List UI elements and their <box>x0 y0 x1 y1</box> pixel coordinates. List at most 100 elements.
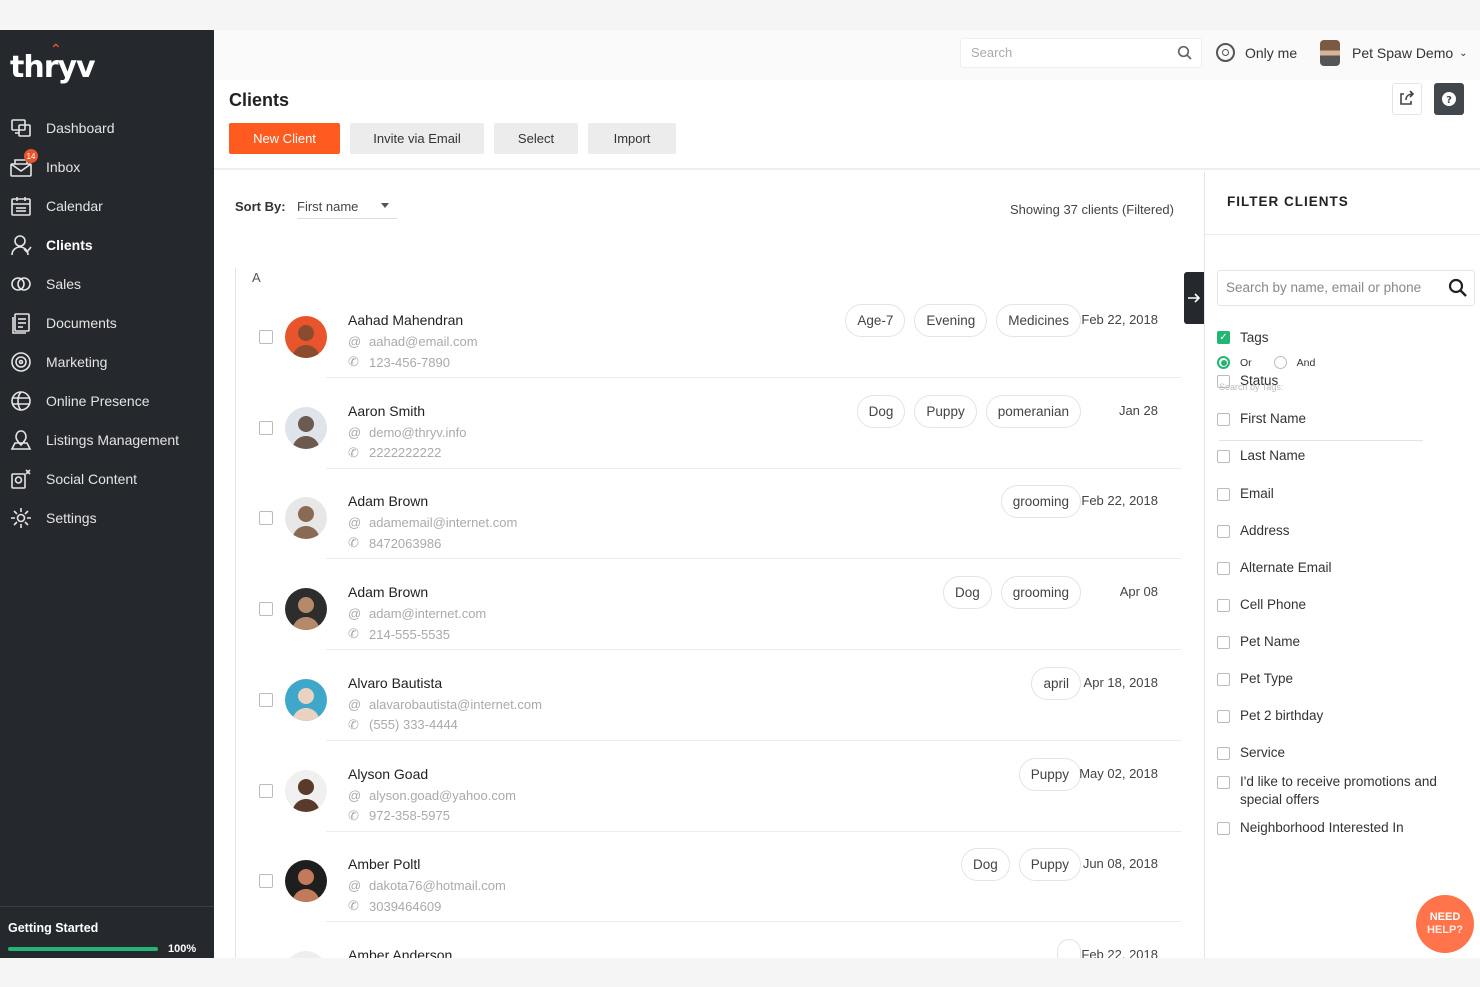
client-tag[interactable]: Puppy <box>914 394 977 428</box>
client-name[interactable]: Adam Brown <box>348 584 428 600</box>
filter-option-address[interactable]: Address <box>1217 522 1457 540</box>
globe-icon <box>8 388 34 414</box>
help-button[interactable]: ? <box>1434 83 1464 115</box>
sidebar-item-clients[interactable]: Clients <box>0 225 214 264</box>
client-email-text: alavarobautista@internet.com <box>369 696 542 712</box>
filter-option-neighborhood-interested-in[interactable]: Neighborhood Interested In <box>1217 819 1457 837</box>
sidebar-item-social-content[interactable]: Social Content <box>0 459 214 498</box>
filter-checkbox[interactable] <box>1217 747 1230 760</box>
sidebar-item-calendar[interactable]: Calendar <box>0 186 214 225</box>
client-row[interactable]: Adam Brown @ adamemail@internet.com ✆ 847206… <box>236 469 1181 560</box>
client-phone-text: 214-555-5535 <box>369 626 450 642</box>
sidebar-item-dashboard[interactable]: Dashboard <box>0 108 214 147</box>
sidebar-item-listings-management[interactable]: Listings Management <box>0 420 214 459</box>
sidebar-item-inbox[interactable]: 14 Inbox <box>0 147 214 186</box>
client-tag[interactable]: april <box>1031 666 1081 700</box>
sidebar-item-online-presence[interactable]: Online Presence <box>0 381 214 420</box>
filter-option-cell-phone[interactable]: Cell Phone <box>1217 596 1457 614</box>
filter-checkbox[interactable] <box>1217 375 1230 388</box>
client-tag[interactable]: Evening <box>914 304 988 337</box>
client-name[interactable]: Alyson Goad <box>348 766 428 782</box>
filter-search-input[interactable] <box>1226 280 1441 295</box>
client-name[interactable]: Amber Poltl <box>348 856 420 872</box>
row-checkbox[interactable] <box>259 783 273 798</box>
client-tag[interactable]: Puppy <box>1018 848 1081 882</box>
client-row[interactable]: Aahad Mahendran @ aahad@email.com ✆ 123-456-… <box>236 288 1181 378</box>
filter-option-first-name[interactable]: First Name <box>1217 410 1457 428</box>
filter-option-alternate-email[interactable]: Alternate Email <box>1217 559 1457 577</box>
client-name[interactable]: Alvaro Bautista <box>348 675 442 691</box>
client-tag[interactable]: grooming <box>1000 485 1081 519</box>
and-radio[interactable] <box>1273 356 1287 369</box>
filter-checkbox[interactable] <box>1217 673 1230 686</box>
client-name[interactable]: Amber Anderson <box>348 947 452 958</box>
user-menu[interactable]: Pet Spaw Demo ⌄ <box>1320 40 1468 66</box>
collapse-filter-button[interactable] <box>1184 272 1204 324</box>
row-checkbox[interactable] <box>259 602 273 617</box>
thryv-logo[interactable]: thryv ⌃ <box>10 42 96 85</box>
sort-by-value: First name <box>297 199 359 214</box>
sidebar-item-marketing[interactable]: Marketing <box>0 342 214 381</box>
client-tag[interactable]: Age-7 <box>845 304 906 337</box>
client-row[interactable]: Adam Brown @ adam@internet.com ✆ 214-555-553… <box>236 560 1181 651</box>
sidebar-item-sales[interactable]: Sales <box>0 264 214 303</box>
client-name[interactable]: Aaron Smith <box>348 403 425 419</box>
client-tag[interactable]: Medicines <box>996 304 1081 337</box>
filter-checkbox[interactable] <box>1217 525 1230 538</box>
avatar <box>285 406 327 449</box>
filter-option-last-name[interactable]: Last Name <box>1217 447 1457 465</box>
client-name[interactable]: Adam Brown <box>348 493 428 509</box>
search-icon[interactable] <box>1177 45 1193 64</box>
sidebar-item-settings[interactable]: Settings <box>0 498 214 537</box>
tags-input-underline[interactable] <box>1219 440 1423 441</box>
or-radio[interactable] <box>1217 356 1230 369</box>
filter-checkbox[interactable] <box>1217 822 1230 835</box>
sort-by-select[interactable]: First name <box>297 199 397 219</box>
filter-checkbox[interactable] <box>1217 710 1230 723</box>
client-row[interactable]: Alvaro Bautista @ alavarobautista@internet… <box>236 651 1181 741</box>
getting-started[interactable]: Getting Started 100% <box>0 906 214 958</box>
filter-option-service[interactable]: Service <box>1217 744 1457 762</box>
client-tag[interactable]: Dog <box>942 576 992 610</box>
client-tag[interactable]: grooming <box>1000 576 1081 610</box>
row-checkbox[interactable] <box>259 420 273 435</box>
search-icon[interactable] <box>1448 278 1468 303</box>
global-search-input[interactable] <box>971 45 1161 60</box>
filter-checkbox[interactable] <box>1217 450 1230 463</box>
row-checkbox[interactable] <box>259 511 273 526</box>
client-tag[interactable] <box>1057 938 1081 958</box>
row-checkbox[interactable] <box>259 692 273 707</box>
new-client-button[interactable]: New Client <box>229 123 340 154</box>
filter-option-i-d-like-to-receive-promotions-and-special-offers[interactable]: I'd like to receive promotions and speci… <box>1217 773 1437 809</box>
client-tag[interactable]: Dog <box>856 394 906 428</box>
only-me-toggle[interactable]: Only me <box>1216 43 1297 62</box>
filter-checkbox[interactable] <box>1217 636 1230 649</box>
client-row[interactable]: Alyson Goad @ alyson.goad@yahoo.com ✆ 972-35… <box>236 742 1181 832</box>
import-button[interactable]: Import <box>588 123 676 154</box>
client-tag[interactable]: pomeranian <box>985 394 1081 428</box>
filter-option-pet-2-birthday[interactable]: Pet 2 birthday <box>1217 707 1457 725</box>
filter-checkbox[interactable] <box>1217 599 1230 612</box>
row-checkbox[interactable] <box>259 330 273 344</box>
client-row[interactable]: Amber Poltl @ dakota76@hotmail.com ✆ 3039464… <box>236 832 1181 923</box>
row-checkbox[interactable] <box>259 874 273 889</box>
filter-option-email[interactable]: Email <box>1217 485 1457 503</box>
select-button[interactable]: Select <box>494 123 578 154</box>
filter-checkbox[interactable] <box>1217 776 1230 789</box>
invite-via-email-button[interactable]: Invite via Email <box>350 123 484 154</box>
tags-filter-checkbox[interactable]: ✓ Tags <box>1217 330 1269 345</box>
filter-checkbox[interactable] <box>1217 413 1230 426</box>
filter-checkbox[interactable] <box>1217 562 1230 575</box>
filter-option-pet-type[interactable]: Pet Type <box>1217 670 1457 688</box>
filter-option-pet-name[interactable]: Pet Name <box>1217 633 1457 651</box>
client-tag[interactable]: Puppy <box>1018 757 1081 791</box>
need-help-button[interactable]: NEED HELP? <box>1416 895 1474 953</box>
filter-checkbox[interactable] <box>1217 488 1230 501</box>
sidebar-item-documents[interactable]: Documents <box>0 303 214 342</box>
export-button[interactable] <box>1392 83 1422 115</box>
client-name[interactable]: Aahad Mahendran <box>348 312 463 328</box>
client-row[interactable]: Aaron Smith @ demo@thryv.info ✆ 2222222222 Do… <box>236 379 1181 469</box>
filter-option-status[interactable]: Status <box>1217 372 1457 390</box>
client-tag[interactable]: Dog <box>960 848 1010 882</box>
client-row[interactable]: Amber Anderson Feb 22, 2018 <box>236 923 1181 958</box>
